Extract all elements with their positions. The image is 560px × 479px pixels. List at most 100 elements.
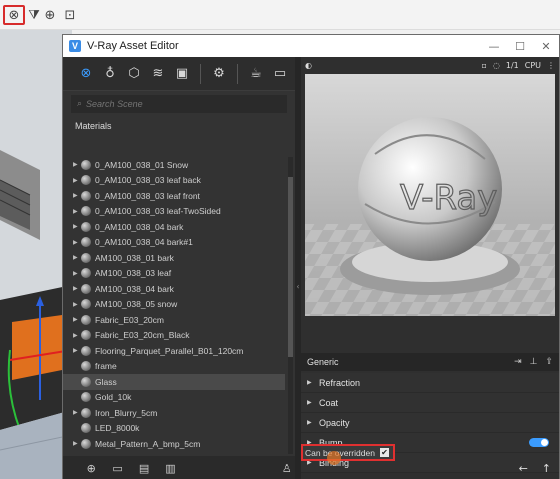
material-swatch-icon: [81, 314, 91, 325]
bump-toggle[interactable]: [529, 438, 549, 447]
materials-scrollbar[interactable]: [288, 157, 293, 454]
add-material-icon[interactable]: ⊕: [83, 460, 99, 476]
can-be-overridden-checkbox[interactable]: ✔: [380, 448, 389, 457]
export-icon[interactable]: ⇥: [514, 357, 522, 367]
materials-category-icon[interactable]: ⊗: [75, 63, 97, 85]
asset-list-panel: ⊗ ♁ ⬡ ≋ ▣ ⚙ ☕ ▭ ⌕ Materials ▶ 0_AM100_038…: [63, 57, 295, 479]
window-titlebar[interactable]: V V-Ray Asset Editor — ☐ ✕: [63, 35, 559, 57]
material-row[interactable]: ▶ AM100_038_04 bark: [63, 281, 285, 297]
textures-category-icon[interactable]: ▣: [171, 63, 193, 85]
expand-arrow-icon[interactable]: ▶: [73, 347, 81, 354]
open-folder-icon[interactable]: ▭: [109, 460, 125, 476]
material-row[interactable]: ▶ Metal_Pattern_A_bmp_5cm: [63, 436, 285, 452]
settings-category-icon[interactable]: ⚙: [208, 63, 230, 85]
purge-icon[interactable]: ♙: [279, 460, 295, 476]
material-row[interactable]: ▶ 0_AM100_038_03 leaf back: [63, 173, 285, 189]
search-input[interactable]: [86, 99, 267, 109]
coat-rollout[interactable]: ▶ Coat: [301, 393, 559, 413]
lights-icon[interactable]: ⧩: [27, 5, 41, 25]
expand-arrow-icon[interactable]: ▶: [73, 301, 81, 308]
save-icon[interactable]: ▤: [136, 460, 152, 476]
material-swatch-icon: [81, 252, 91, 263]
material-row[interactable]: ▶ Flooring_Parquet_Parallel_B01_120cm: [63, 343, 285, 359]
expand-arrow-icon[interactable]: ▶: [73, 270, 81, 277]
material-name: frame: [95, 361, 117, 372]
material-row[interactable]: LED_8000k: [63, 421, 285, 437]
preview-render: V-Ray: [305, 74, 555, 316]
expand-arrow-icon[interactable]: ▶: [73, 177, 81, 184]
material-row[interactable]: ▶ 0_AM100_038_03 leaf front: [63, 188, 285, 204]
expand-arrow-icon[interactable]: ▶: [73, 192, 81, 199]
frame-buffer-icon[interactable]: ▭: [269, 63, 291, 85]
material-swatch-icon: [81, 407, 91, 418]
material-name: 0_AM100_038_03 leaf back: [95, 175, 201, 186]
material-swatch-icon: [81, 376, 91, 387]
can-be-overridden-option[interactable]: Can be overridden ✔: [301, 444, 395, 461]
expand-arrow-icon[interactable]: ▶: [73, 409, 81, 416]
expand-arrow-icon[interactable]: ▶: [73, 332, 81, 339]
material-row[interactable]: ▶ Fabric_E03_20cm: [63, 312, 285, 328]
close-button[interactable]: ✕: [533, 35, 559, 57]
material-swatch-icon: [81, 190, 91, 201]
vray-asset-editor-icon[interactable]: ⊗: [3, 5, 25, 25]
material-swatch-icon: [81, 268, 91, 279]
upload-icon[interactable]: ⇪: [545, 357, 553, 367]
material-row[interactable]: ▶ 0_AM100_038_04 bark#1: [63, 235, 285, 251]
window-title: V-Ray Asset Editor: [87, 40, 179, 52]
minimize-button[interactable]: —: [481, 35, 507, 57]
material-name: 0_AM100_038_04 bark#1: [95, 237, 193, 248]
delete-icon[interactable]: ▥: [162, 460, 178, 476]
material-row[interactable]: ▶ AM100_038_03 leaf: [63, 266, 285, 282]
material-name: Fabric_E03_20cm_Black: [95, 330, 190, 341]
expand-arrow-icon[interactable]: ▶: [73, 440, 81, 447]
material-row[interactable]: ▶ 0_AM100_038_03 leaf-TwoSided: [63, 204, 285, 220]
upload-arrow-icon[interactable]: ↑: [542, 462, 551, 475]
material-row[interactable]: frame: [63, 359, 285, 375]
expand-arrow-icon[interactable]: ▶: [73, 285, 81, 292]
geometry-icon[interactable]: ⊕: [42, 5, 58, 25]
material-row[interactable]: ▶ Fabric_E03_20cm_Black: [63, 328, 285, 344]
expand-arrow-icon[interactable]: ▶: [73, 161, 81, 168]
generic-section-header[interactable]: Generic ⇥ ⊥ ⇪: [301, 353, 559, 371]
expand-arrow-icon[interactable]: ▶: [73, 239, 81, 246]
maximize-button[interactable]: ☐: [507, 35, 533, 57]
material-swatch-icon: [81, 361, 91, 372]
toolbar-divider: [200, 63, 201, 84]
geometry-category-icon[interactable]: ⬡: [123, 63, 145, 85]
render-elements-category-icon[interactable]: ≋: [147, 63, 169, 85]
material-row[interactable]: ▶ 0_AM100_038_04 bark: [63, 219, 285, 235]
expand-arrow-icon: ▶: [307, 419, 312, 426]
render-icon[interactable]: ⊡: [62, 5, 78, 25]
search-icon: ⌕: [77, 99, 83, 109]
preview-background-icon[interactable]: ◌: [493, 61, 500, 70]
material-row[interactable]: ▶ AM100_038_05 snow: [63, 297, 285, 313]
material-row[interactable]: ▶Plastic_Metalic_Black: [63, 452, 285, 455]
material-name: 0_AM100_038_03 leaf front: [95, 190, 200, 201]
refraction-rollout[interactable]: ▶ Refraction: [301, 373, 559, 393]
render-teapot-icon[interactable]: ☕: [245, 63, 267, 85]
back-arrow-icon[interactable]: ←: [519, 462, 528, 475]
preview-scene-icon[interactable]: ▫: [481, 61, 486, 70]
scrollbar-thumb[interactable]: [288, 177, 293, 357]
expand-arrow-icon[interactable]: ▶: [73, 223, 81, 230]
expand-arrow-icon[interactable]: ▶: [73, 208, 81, 215]
material-row[interactable]: Glass: [63, 374, 285, 390]
expand-arrow-icon[interactable]: ▶: [73, 316, 81, 323]
lights-category-icon[interactable]: ♁: [99, 63, 121, 85]
expand-arrow-icon[interactable]: ▶: [73, 254, 81, 261]
material-row[interactable]: ▶ Iron_Blurry_5cm: [63, 405, 285, 421]
preview-options-icon[interactable]: ◐: [305, 61, 312, 70]
material-row[interactable]: ▶ 0_AM100_038_01 Snow: [63, 157, 285, 173]
material-row[interactable]: ▶ AM100_038_01 bark: [63, 250, 285, 266]
material-row[interactable]: Gold_10k: [63, 390, 285, 406]
opacity-rollout[interactable]: ▶ Opacity: [301, 413, 559, 433]
more-options-icon[interactable]: ⋮: [547, 61, 555, 70]
search-box: ⌕: [71, 95, 287, 113]
preview-quality[interactable]: 1/1: [506, 61, 519, 70]
render-device[interactable]: CPU: [525, 61, 541, 70]
expand-arrow-icon: ▶: [307, 399, 312, 406]
material-name: 0_AM100_038_01 Snow: [95, 159, 189, 170]
material-editor-panel: ◐ ▫ ◌ 1/1 CPU ⋮ V-Ray Generic ⇥ ⊥ ⇪ ▶ Re…: [301, 57, 559, 479]
material-swatch-icon: [81, 221, 91, 232]
align-icon[interactable]: ⊥: [530, 357, 538, 367]
